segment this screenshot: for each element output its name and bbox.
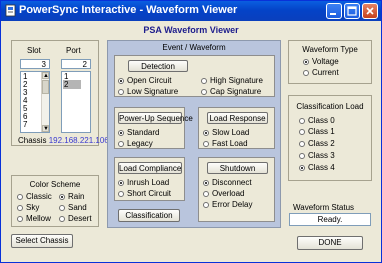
maximize-button[interactable] (344, 3, 360, 19)
window-title: PowerSync Interactive - Waveform Viewer (19, 4, 238, 16)
detection-section: Detection Open Circuit High Signature Lo… (114, 55, 275, 97)
port-list[interactable]: 1 2 (61, 71, 91, 133)
minimize-icon (330, 13, 336, 15)
load-response-section: Load Response Slow Load Fast Load (198, 107, 275, 149)
waveform-type-group: Waveform Type Voltage Current (288, 40, 372, 84)
classification-load-group: Classification Load Class 0 Class 1 Clas… (288, 95, 372, 181)
chassis-label: Chassis (18, 136, 47, 145)
waveform-status-label: Waveform Status (293, 203, 355, 212)
color-scheme-title: Color Scheme (29, 180, 81, 189)
slot-label: Slot (27, 46, 41, 55)
scroll-thumb[interactable] (42, 80, 49, 94)
load-compliance-button[interactable]: Load Compliance (118, 162, 182, 174)
done-button[interactable]: DONE (297, 236, 363, 250)
port-label: Port (66, 46, 81, 55)
close-button[interactable] (362, 3, 378, 19)
slot-list-scrollbar[interactable]: ▲ ▼ (41, 72, 49, 132)
classification-load-title: Classification Load (296, 102, 364, 111)
classification-button[interactable]: Classification (118, 209, 180, 222)
waveform-type-title: Waveform Type (302, 45, 358, 54)
load-response-button[interactable]: Load Response (207, 112, 268, 124)
slot-value: 3 (41, 60, 46, 69)
slot-field[interactable]: 3 (20, 59, 50, 69)
waveform-status-field: Ready. (289, 213, 371, 226)
port-field[interactable]: 2 (61, 59, 91, 69)
color-scheme-group: Color Scheme Classic Rain Sky Sand Mello… (11, 175, 99, 227)
app-window: PowerSync Interactive - Waveform Viewer … (0, 0, 382, 263)
powerup-section: Power-Up Sequence Standard Legacy (114, 107, 193, 149)
slot-list-item[interactable]: 7 (23, 120, 27, 129)
detection-button[interactable]: Detection (128, 60, 188, 72)
chassis-row: Chassis 192.168.221.106 (18, 136, 109, 145)
event-waveform-panel: Event / Waveform Detection Open Circuit … (107, 40, 281, 228)
event-waveform-title: Event / Waveform (162, 43, 226, 52)
close-icon (366, 7, 374, 15)
scroll-up-icon[interactable]: ▲ (42, 72, 49, 79)
page-title: PSA Waveform Viewer (143, 25, 239, 35)
scroll-down-icon[interactable]: ▼ (42, 125, 49, 132)
title-bar[interactable]: PowerSync Interactive - Waveform Viewer (1, 1, 381, 21)
slot-list[interactable]: 1 2 3 4 5 6 7 ▲ ▼ (20, 71, 50, 133)
port-list-item-selected[interactable]: 2 (63, 80, 81, 89)
shutdown-section: Shutdown Disconnect Overload Error Delay (198, 157, 275, 222)
maximize-icon (347, 6, 357, 16)
app-icon (5, 4, 16, 17)
port-value: 2 (82, 60, 87, 69)
minimize-button[interactable] (326, 3, 342, 19)
select-chassis-button[interactable]: Select Chassis (11, 234, 73, 248)
chassis-ip: 192.168.221.106 (48, 136, 109, 145)
shutdown-button[interactable]: Shutdown (207, 162, 268, 174)
slot-port-group: Slot Port 3 2 1 2 3 4 5 6 7 ▲ ▼ 1 2 Chas… (11, 40, 109, 146)
powerup-sequence-button[interactable]: Power-Up Sequence (118, 112, 193, 124)
load-compliance-section: Load Compliance Inrush Load Short Circui… (114, 157, 185, 201)
